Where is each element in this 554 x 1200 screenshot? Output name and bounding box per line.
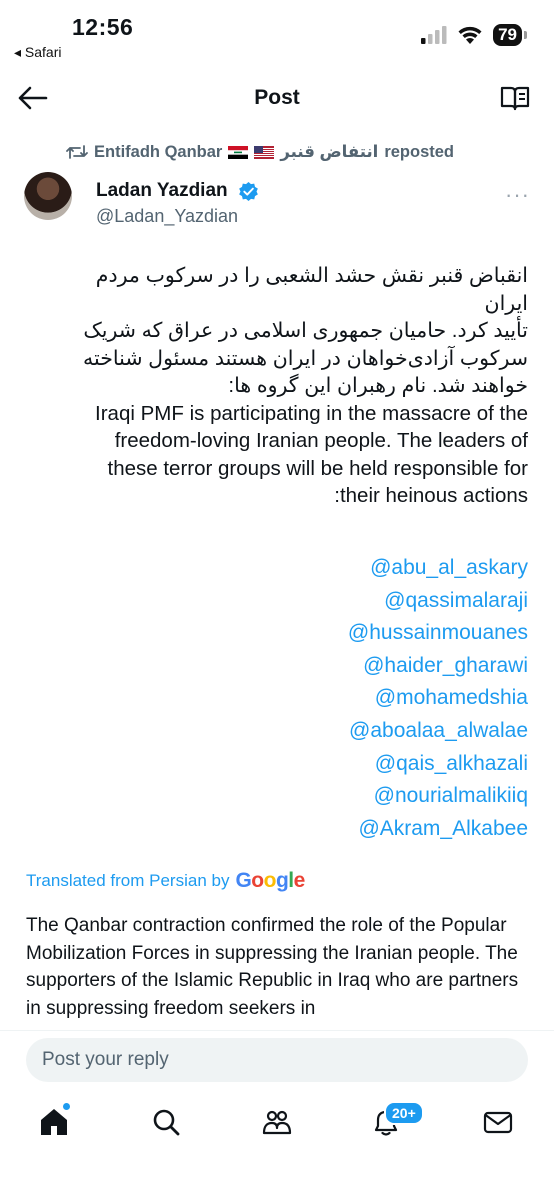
body-line: خواهند شد. نام رهبران این گروه ها:: [228, 374, 528, 397]
mention-link[interactable]: @nourialmalikiiq: [348, 780, 528, 813]
iraq-flag: [228, 145, 249, 159]
mention-link[interactable]: @mohamedshia: [348, 682, 528, 715]
author-handle[interactable]: @Ladan_Yazdian: [96, 206, 238, 227]
notifications-badge: 20+: [384, 1101, 424, 1125]
body-line: سرکوب آزادی‌خواهان در ایران هستند مسئول …: [83, 346, 528, 370]
mention-link[interactable]: @Akram_Alkabee: [348, 813, 528, 846]
mention-link[interactable]: @qassimalaraji: [348, 585, 528, 618]
home-icon[interactable]: [38, 1106, 70, 1138]
body-line: freedom-loving Iranian people. The leade…: [114, 429, 528, 452]
repost-line[interactable]: Entifadh Qanbar انتفاض قنبر reposted: [66, 142, 454, 162]
status-icons: 79: [421, 24, 527, 46]
avatar[interactable]: [24, 172, 72, 220]
search-icon[interactable]: [150, 1106, 182, 1138]
google-logo: Google: [235, 869, 305, 892]
body-line: انقباض قنبر نقش حشد الشعبی را در سرکوب م…: [95, 264, 528, 315]
mention-link[interactable]: @hussainmouanes: [348, 617, 528, 650]
body-line: these terror groups will be held respons…: [107, 456, 528, 480]
verified-badge-icon: [239, 181, 258, 202]
post-body: انقباض قنبر نقش حشد الشعبی را در سرکوب م…: [48, 262, 528, 510]
author-name[interactable]: Ladan Yazdian: [96, 180, 228, 202]
repost-icon: [66, 145, 88, 159]
messages-icon[interactable]: [482, 1106, 514, 1138]
reader-icon[interactable]: [500, 85, 530, 111]
mention-link[interactable]: @qais_alkhazali: [348, 748, 528, 781]
signal-icon: [421, 26, 447, 44]
mentions-list: @abu_al_askary @qassimalaraji @hussainmo…: [348, 552, 528, 845]
translated-label: Translated from Persian by: [26, 871, 230, 890]
body-line: Iraqi PMF is participating in the massac…: [95, 401, 528, 425]
repost-suffix: reposted: [384, 142, 455, 161]
mention-link[interactable]: @abu_al_askary: [348, 552, 528, 585]
back-to-safari[interactable]: ◂ Safari: [14, 44, 62, 61]
battery-icon: 79: [493, 24, 527, 46]
battery-level: 79: [498, 25, 517, 44]
status-time: 12:56: [72, 14, 134, 40]
mention-link[interactable]: @aboalaa_alwalae: [348, 715, 528, 748]
home-new-dot: [63, 1103, 70, 1110]
mention-link[interactable]: @haider_gharawi: [348, 650, 528, 683]
wifi-icon: [458, 26, 482, 44]
communities-icon[interactable]: [261, 1106, 293, 1138]
reply-placeholder: Post your reply: [42, 1049, 169, 1070]
body-line: تأیید کرد. حامیان جمهوری اسلامی در عراق …: [83, 319, 528, 342]
more-options-icon[interactable]: ···: [505, 182, 530, 208]
page-title: Post: [254, 86, 300, 109]
reposter-name-alt: انتفاض قنبر: [280, 143, 379, 161]
translated-by[interactable]: Translated from Persian by Google: [26, 869, 305, 893]
translated-text: The Qanbar contraction confirmed the rol…: [26, 915, 519, 1019]
reposter-name: Entifadh Qanbar: [94, 142, 223, 161]
divider: [0, 1030, 554, 1031]
body-line: :their heinous actions: [334, 484, 528, 507]
usa-flag: [254, 145, 275, 159]
